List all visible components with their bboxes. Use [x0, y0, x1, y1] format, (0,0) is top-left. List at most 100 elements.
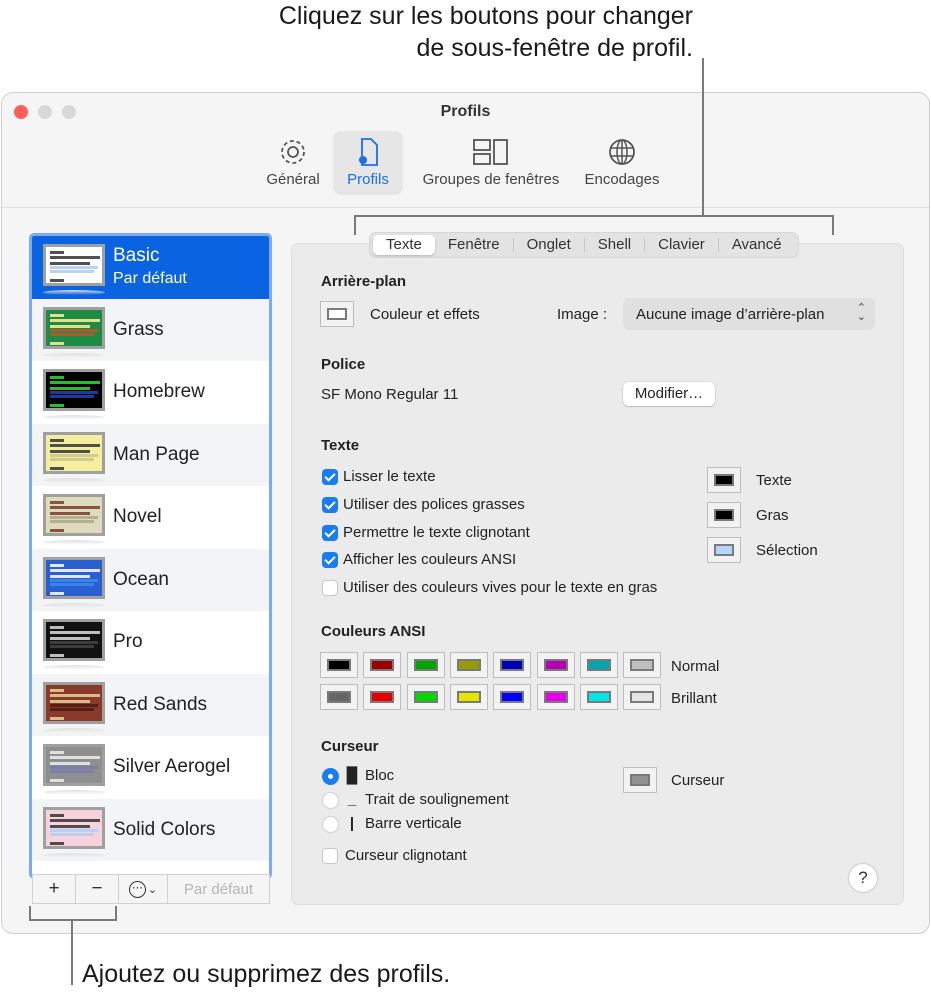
ansi-bright-color-well[interactable] [320, 684, 358, 710]
cursor-heading: Curseur [321, 738, 379, 755]
profile-row[interactable]: Man Page [32, 423, 269, 486]
color-swatch [413, 659, 438, 671]
blink-cursor-label: Curseur clignotant [345, 847, 467, 864]
profile-name: Silver Aerogel [113, 756, 231, 778]
callout-line-2: de sous-fenêtre de profil. [416, 34, 693, 62]
ansi-bright-color-well[interactable] [579, 684, 618, 710]
blink-cursor-checkbox[interactable] [322, 848, 338, 864]
ansi-normal-color-well[interactable] [623, 652, 662, 678]
chevron-down-icon: ⌄ [147, 883, 158, 896]
cursor-glyph-icon: | [349, 815, 355, 832]
profile-list[interactable]: Basic Par défaut Grass Homebrew Man Page Nove… [29, 233, 272, 879]
ansi-normal-color-well[interactable] [363, 652, 402, 678]
ansi-normal-color-well[interactable] [449, 652, 488, 678]
profile-row[interactable]: Solid Colors [32, 798, 269, 861]
profile-tabs: Texte Fenêtre Onglet Shell Clavier Avancé [369, 232, 799, 258]
add-profile-button[interactable]: + [32, 874, 76, 904]
remove-profile-button[interactable]: − [76, 874, 119, 904]
help-button[interactable]: ? [849, 864, 877, 892]
profile-preview-thumbnail [43, 244, 105, 286]
text-color-label: Gras [756, 507, 789, 524]
toolbar-profiles[interactable]: Profils [333, 131, 403, 195]
tab-clavier[interactable]: Clavier [645, 235, 718, 255]
callout-tabs: Cliquez sur les boutons pour changer de … [279, 0, 693, 64]
ansi-bright-color-well[interactable] [449, 684, 488, 710]
ansi-normal-color-well[interactable] [406, 652, 445, 678]
callout-bracket [29, 919, 117, 921]
text-option-label: Utiliser des couleurs vives pour le text… [343, 579, 658, 597]
color-swatch [327, 659, 351, 671]
text-color-well[interactable] [707, 537, 741, 563]
color-swatch [630, 659, 655, 671]
text-option-checkbox[interactable] [322, 552, 338, 569]
cursor-style-radio[interactable] [322, 816, 339, 833]
ansi-normal-color-well[interactable] [493, 652, 532, 678]
profile-row[interactable]: Silver Aerogel [32, 736, 269, 799]
text-color-well[interactable] [707, 502, 741, 528]
ansi-normal-color-well[interactable] [320, 652, 358, 678]
profile-row[interactable]: Homebrew [32, 361, 269, 424]
text-option-checkbox[interactable] [322, 469, 338, 485]
color-swatch [370, 659, 395, 671]
ansi-normal-color-well[interactable] [579, 652, 618, 678]
cursor-style-label: Bloc [365, 767, 395, 784]
toolbar-label: Groupes de fenêtres [422, 171, 560, 188]
ansi-bright-color-well[interactable] [623, 684, 662, 710]
tab-avance[interactable]: Avancé [719, 235, 795, 255]
color-swatch [543, 659, 568, 671]
text-option-checkbox[interactable] [322, 580, 338, 597]
profile-name: Basic [113, 245, 160, 266]
color-swatch [630, 691, 655, 703]
profile-name: Man Page [113, 443, 200, 465]
ansi-bright-color-well[interactable] [363, 684, 402, 710]
text-option-checkbox[interactable] [322, 524, 338, 541]
thumbnail-shadow [43, 540, 105, 545]
tab-shell[interactable]: Shell [585, 235, 644, 255]
profile-name: Pro [113, 631, 143, 653]
toolbar-general[interactable]: Général [260, 131, 326, 195]
profile-row[interactable]: Pro [32, 611, 269, 674]
ansi-bright-color-well[interactable] [536, 684, 575, 710]
tab-onglet[interactable]: Onglet [514, 235, 584, 255]
thumbnail-shadow [43, 290, 105, 295]
text-option-checkbox[interactable] [322, 496, 338, 513]
text-color-well[interactable] [707, 467, 741, 493]
color-swatch [500, 691, 525, 703]
tab-fenetre[interactable]: Fenêtre [435, 235, 513, 255]
more-actions-button[interactable]: ⋯ ⌄ [119, 874, 168, 904]
background-color-well[interactable] [320, 301, 354, 327]
cursor-glyph-icon: █ [346, 767, 358, 784]
background-color-label: Couleur et effets [370, 306, 480, 323]
profile-row[interactable]: Red Sands [32, 673, 269, 736]
set-default-button[interactable]: Par défaut [168, 874, 270, 904]
cursor-style-radio[interactable] [322, 792, 339, 809]
ansi-normal-color-well[interactable] [536, 652, 575, 678]
thumbnail-shadow [43, 665, 105, 670]
text-option-label: Permettre le texte clignotant [343, 523, 530, 541]
thumbnail-shadow [43, 602, 105, 608]
ansi-bright-color-well[interactable] [406, 684, 445, 710]
color-swatch [456, 691, 481, 703]
profile-preview-thumbnail [43, 744, 105, 786]
modify-font-button[interactable]: Modifier… [623, 382, 715, 406]
cursor-style-radio[interactable] [322, 768, 339, 785]
toolbar-label: Encodages [584, 171, 660, 188]
background-image-popup[interactable]: Aucune image d’arrière-plan ⌃ ⌄ [623, 298, 875, 330]
color-swatch [500, 659, 525, 671]
color-swatch [714, 509, 734, 521]
color-swatch [714, 474, 734, 486]
cursor-glyph-icon: _ [347, 791, 357, 808]
profile-row[interactable]: Novel [32, 486, 269, 549]
toolbar-encodings[interactable]: Encodages [577, 131, 667, 195]
ansi-bright-label: Brillant [671, 690, 717, 707]
callout-bracket [832, 215, 834, 235]
toolbar-window-groups[interactable]: Groupes de fenêtres [414, 131, 568, 195]
tab-texte[interactable]: Texte [373, 235, 435, 255]
profile-row[interactable]: Basic Par défaut [32, 236, 269, 299]
cursor-color-well[interactable] [623, 767, 657, 793]
profile-row[interactable]: Ocean [32, 548, 269, 611]
ansi-bright-color-well[interactable] [493, 684, 532, 710]
profile-name: Red Sands [113, 693, 208, 715]
toolbar-label: Général [266, 171, 320, 188]
profile-row[interactable]: Grass [32, 298, 269, 361]
